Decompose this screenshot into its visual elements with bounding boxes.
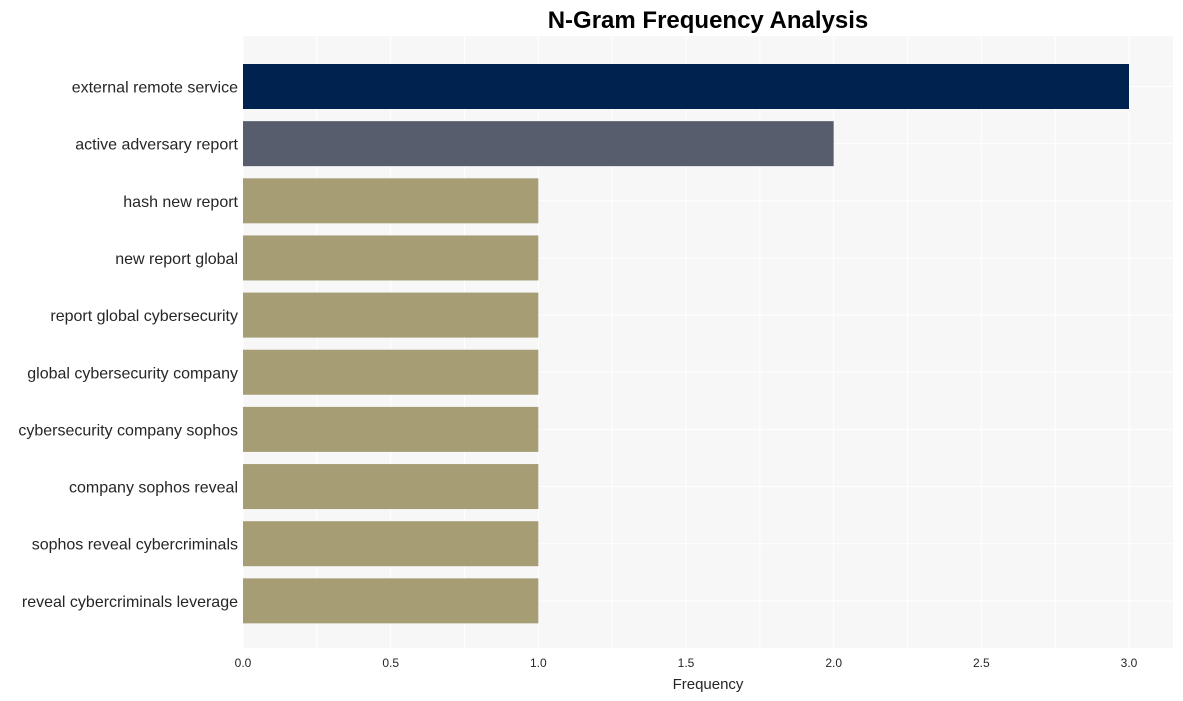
bar-new-report-global	[243, 235, 539, 281]
x-tick-label: 1.5	[678, 656, 695, 670]
y-tick-label: report global cybersecurity	[50, 308, 238, 325]
y-tick-label: active adversary report	[75, 137, 238, 154]
bar-sophos-reveal-cybercriminals	[243, 521, 539, 567]
y-tick-label: cybersecurity company sophos	[18, 422, 238, 439]
x-tick-label: 0.0	[235, 656, 252, 670]
chart-title: N-Gram Frequency Analysis	[548, 7, 869, 34]
y-axis-labels: external remote service active adversary …	[18, 80, 238, 611]
y-tick-label: reveal cybercriminals leverage	[22, 594, 238, 611]
bar-global-cybersecurity-company	[243, 349, 539, 395]
bar-cybersecurity-company-sophos	[243, 406, 539, 452]
y-tick-label: sophos reveal cybercriminals	[32, 537, 238, 554]
ngram-frequency-chart: N-Gram Frequency Analysis external remot…	[18, 7, 1173, 693]
y-tick-label: global cybersecurity company	[27, 365, 238, 382]
bar-reveal-cybercriminals-leverage	[243, 578, 539, 624]
y-tick-label: new report global	[115, 251, 238, 268]
bar-company-sophos-reveal	[243, 464, 539, 510]
bar-active-adversary-report	[243, 121, 834, 167]
x-axis-ticks: 0.0 0.5 1.0 1.5 2.0 2.5 3.0	[235, 656, 1138, 670]
x-tick-label: 0.5	[382, 656, 399, 670]
y-tick-label: hash new report	[123, 194, 238, 211]
y-tick-label: external remote service	[72, 80, 238, 97]
bar-report-global-cybersecurity	[243, 292, 539, 338]
y-tick-label: company sophos reveal	[69, 480, 238, 497]
x-tick-label: 3.0	[1121, 656, 1138, 670]
x-axis-label: Frequency	[673, 676, 744, 693]
x-tick-label: 2.5	[973, 656, 990, 670]
bar-hash-new-report	[243, 178, 539, 224]
bar-external-remote-service	[243, 64, 1129, 109]
x-tick-label: 1.0	[530, 656, 547, 670]
x-tick-label: 2.0	[825, 656, 842, 670]
